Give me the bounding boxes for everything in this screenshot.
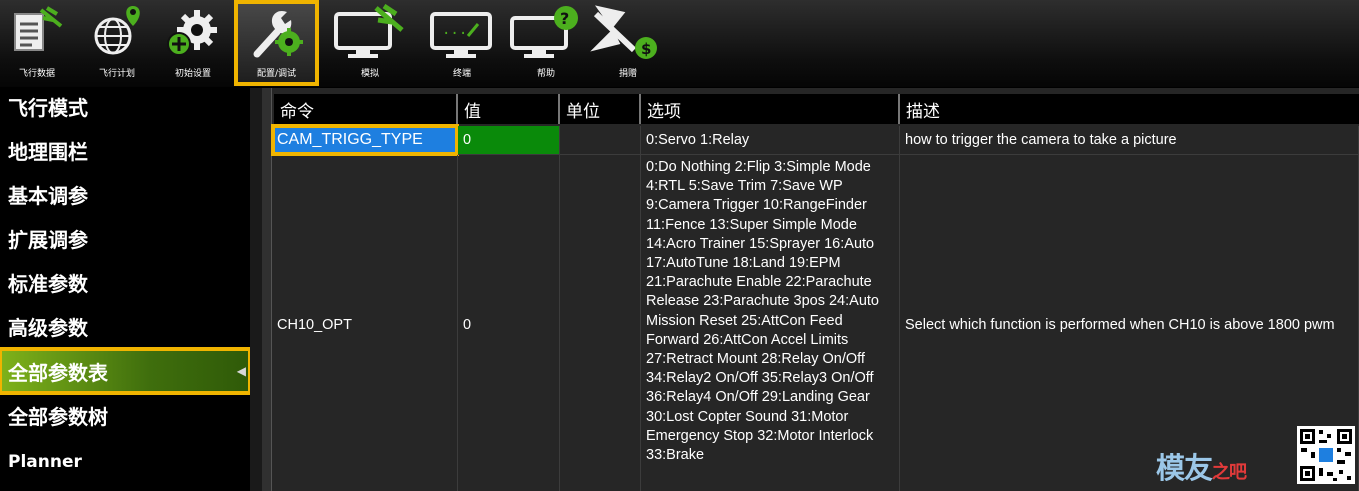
toolbar-button-donate[interactable]: $ 捐赠	[590, 0, 666, 86]
sidebar-item-label: 全部参数树	[8, 404, 108, 429]
sidebar-item-label: 扩展调参	[8, 227, 88, 252]
toolbar-button-terminal[interactable]: ... 终端	[422, 0, 502, 86]
sidebar-item-extended-tuning[interactable]: 扩展调参	[0, 216, 250, 260]
svg-text:$: $	[641, 40, 651, 58]
sidebar-item-label: 地理围栏	[8, 139, 88, 164]
watermark: 模友之吧	[1152, 420, 1359, 491]
sidebar-item-flight-modes[interactable]: 飞行模式	[0, 84, 250, 128]
sidebar-item-label: 基本调参	[8, 183, 88, 208]
sidebar-item-geofence[interactable]: 地理围栏	[0, 128, 250, 172]
column-header-description[interactable]: 描述	[900, 94, 1359, 124]
param-options-cell: 0:Servo 1:Relay	[641, 126, 900, 155]
param-options-cell: 0:Do Nothing 2:Flip 3:Simple Mode 4:RTL …	[641, 155, 900, 491]
toolbar-label: 帮助	[536, 69, 555, 79]
toolbar-button-initial-setup[interactable]: 初始设置	[158, 0, 228, 86]
sidebar-item-label: 标准参数	[8, 271, 88, 296]
param-value-cell[interactable]: 0	[458, 155, 560, 491]
sidebar-item-planner[interactable]: Planner	[0, 440, 250, 484]
toolbar-button-flight-data[interactable]: 飞行数据	[2, 0, 72, 86]
svg-text:?: ?	[560, 9, 569, 28]
row-header-column	[262, 88, 272, 491]
sidebar-item-label: Planner	[8, 452, 82, 472]
terminal-monitor-icon: ...	[430, 12, 492, 58]
sidebar-item-label: 高级参数	[8, 315, 88, 340]
chevron-left-icon: ◀	[236, 364, 246, 378]
sidebar-item-label: 飞行模式	[8, 95, 88, 120]
sidebar-nav: 飞行模式 地理围栏 基本调参 扩展调参 标准参数 高级参数 全部参数表 ◀ 全部…	[0, 88, 262, 491]
param-description-cell: how to trigger the camera to take a pict…	[900, 126, 1359, 155]
toolbar-label: 配置/调试	[256, 69, 297, 79]
sidebar-item-basic-tuning[interactable]: 基本调参	[0, 172, 250, 216]
flight-plan-globe-icon	[94, 6, 140, 55]
column-header-command[interactable]: 命令	[274, 94, 458, 124]
toolbar-button-config-tuning[interactable]: 配置/调试	[234, 0, 319, 86]
sidebar-item-advanced-params[interactable]: 高级参数	[0, 304, 250, 348]
column-header-unit[interactable]: 单位	[560, 94, 641, 124]
param-unit-cell	[560, 126, 641, 155]
column-header-options[interactable]: 选项	[641, 94, 900, 124]
sidebar-item-full-param-tree[interactable]: 全部参数树	[0, 393, 250, 437]
param-name-cell[interactable]: CH10_OPT	[272, 155, 458, 491]
flight-data-icon	[14, 6, 63, 51]
svg-text:...: ...	[442, 22, 467, 38]
toolbar-label: 飞行数据	[18, 69, 55, 79]
panel-splitter[interactable]	[250, 88, 262, 491]
sidebar-item-full-param-list[interactable]: 全部参数表 ◀	[0, 347, 252, 395]
main-toolbar: 飞行数据 飞行计划 初始设置 配置/调试 模拟 ... 终端 ? 帮助 $ 捐赠	[0, 0, 1359, 88]
toolbar-label: 模拟	[360, 69, 379, 79]
config-tuning-wrench-icon	[253, 10, 303, 58]
param-unit-cell	[560, 155, 641, 491]
simulation-monitor-icon	[334, 4, 404, 58]
toolbar-label: 终端	[452, 69, 471, 79]
toolbar-label: 飞行计划	[98, 69, 135, 79]
qr-code-icon	[1297, 426, 1355, 484]
param-value-cell[interactable]: 0	[458, 126, 560, 155]
initial-setup-gear-icon	[167, 10, 217, 56]
param-name-cell[interactable]: CAM_TRIGG_TYPE	[271, 124, 459, 156]
toolbar-button-simulation[interactable]: 模拟	[330, 0, 410, 86]
toolbar-button-flight-plan[interactable]: 飞行计划	[82, 0, 152, 86]
donate-plane-icon: $	[590, 5, 657, 59]
toolbar-label: 捐赠	[618, 69, 637, 79]
column-header-value[interactable]: 值	[458, 94, 560, 124]
sidebar-item-label: 全部参数表	[8, 360, 108, 385]
toolbar-label: 初始设置	[174, 69, 211, 79]
sidebar-item-standard-params[interactable]: 标准参数	[0, 260, 250, 304]
toolbar-button-help[interactable]: ? 帮助	[508, 0, 584, 86]
help-monitor-icon: ?	[510, 6, 578, 58]
watermark-text: 模友之吧	[1156, 451, 1247, 485]
